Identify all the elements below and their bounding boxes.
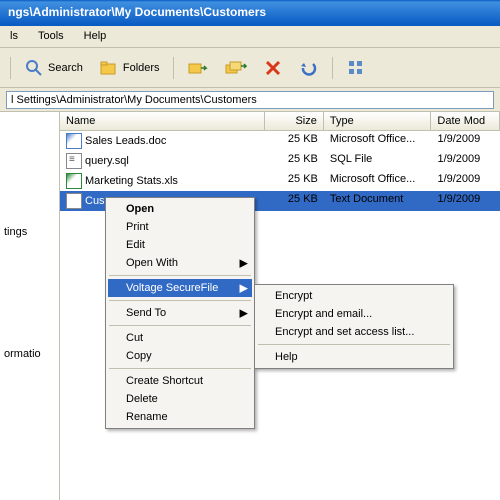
- addressbar: l Settings\Administrator\My Documents\Cu…: [0, 88, 500, 112]
- file-size: 25 KB: [265, 172, 324, 190]
- sidebar: tings ormatio: [0, 112, 60, 500]
- sub-help[interactable]: Help: [257, 348, 451, 366]
- file-name: Sales Leads.doc: [85, 135, 166, 147]
- sub-access[interactable]: Encrypt and set access list...: [257, 323, 451, 341]
- ctx-shortcut[interactable]: Create Shortcut: [108, 372, 252, 390]
- ctx-delete[interactable]: Delete: [108, 390, 252, 408]
- sidebar-section: tings: [4, 142, 55, 238]
- file-type: Microsoft Office...: [324, 132, 432, 150]
- chevron-right-icon: ▶: [240, 282, 248, 295]
- context-menu: Open Print Edit Open With ▶ Voltage Secur…: [105, 197, 255, 429]
- file-type: Text Document: [324, 192, 432, 210]
- chevron-right-icon: ▶: [240, 307, 248, 320]
- column-size[interactable]: Size: [265, 112, 324, 130]
- submenu: Encrypt Encrypt and email... Encrypt and…: [254, 284, 454, 369]
- file-name: Cus: [85, 195, 105, 207]
- ctx-separator: [258, 344, 450, 345]
- column-type[interactable]: Type: [324, 112, 432, 130]
- menu-help[interactable]: Help: [74, 28, 117, 45]
- ctx-sendto[interactable]: Send To ▶: [108, 304, 252, 322]
- file-row[interactable]: query.sql 25 KB SQL File 1/9/2009: [60, 151, 500, 171]
- file-row[interactable]: Marketing Stats.xls 25 KB Microsoft Offi…: [60, 171, 500, 191]
- file-date: 1/9/2009: [431, 172, 500, 190]
- search-label: Search: [48, 62, 83, 74]
- sub-email[interactable]: Encrypt and email...: [257, 305, 451, 323]
- views-icon: [346, 58, 366, 78]
- file-type: SQL File: [324, 152, 432, 170]
- excel-icon: [66, 173, 82, 189]
- ctx-label: Send To: [126, 307, 166, 319]
- menu-ls[interactable]: ls: [0, 28, 28, 45]
- column-name[interactable]: Name: [60, 112, 265, 130]
- copyto-button[interactable]: [218, 54, 254, 82]
- sidebar-text: ormatio: [4, 348, 41, 360]
- ctx-edit[interactable]: Edit: [108, 236, 252, 254]
- search-icon: [24, 58, 44, 78]
- main-area: tings ormatio Name Size Type Date Mod Sa…: [0, 112, 500, 500]
- ctx-openwith[interactable]: Open With ▶: [108, 254, 252, 272]
- ctx-separator: [109, 368, 251, 369]
- column-date[interactable]: Date Mod: [431, 112, 500, 130]
- sidebar-section: ormatio: [4, 288, 55, 360]
- file-row[interactable]: Sales Leads.doc 25 KB Microsoft Office..…: [60, 131, 500, 151]
- menu-tools[interactable]: Tools: [28, 28, 74, 45]
- ctx-voltage[interactable]: Voltage SecureFile ▶: [108, 279, 252, 297]
- sql-icon: [66, 153, 82, 169]
- ctx-cut[interactable]: Cut: [108, 329, 252, 347]
- ctx-rename[interactable]: Rename: [108, 408, 252, 426]
- toolbar: Search Folders: [0, 48, 500, 88]
- file-name: query.sql: [85, 155, 129, 167]
- file-size: 25 KB: [265, 192, 324, 210]
- chevron-right-icon: ▶: [240, 257, 248, 270]
- sidebar-text: tings: [4, 226, 27, 238]
- folder-move-icon: [187, 58, 209, 78]
- ctx-label: Voltage SecureFile: [126, 282, 218, 294]
- ctx-copy[interactable]: Copy: [108, 347, 252, 365]
- folders-label: Folders: [123, 62, 160, 74]
- file-list: Name Size Type Date Mod Sales Leads.doc …: [60, 112, 500, 500]
- file-date: 1/9/2009: [431, 132, 500, 150]
- file-size: 25 KB: [265, 132, 324, 150]
- file-date: 1/9/2009: [431, 152, 500, 170]
- toolbar-separator: [332, 57, 333, 79]
- views-button[interactable]: [339, 54, 373, 82]
- text-icon: [66, 193, 82, 209]
- ctx-separator: [109, 275, 251, 276]
- delete-button[interactable]: [256, 54, 290, 82]
- undo-button[interactable]: [292, 54, 326, 82]
- menubar: ls Tools Help: [0, 26, 500, 48]
- folders-icon: [99, 58, 119, 78]
- undo-icon: [299, 58, 319, 78]
- file-type: Microsoft Office...: [324, 172, 432, 190]
- column-headers: Name Size Type Date Mod: [60, 112, 500, 131]
- word-icon: [66, 133, 82, 149]
- folder-copy-icon: [225, 58, 247, 78]
- ctx-separator: [109, 300, 251, 301]
- address-input[interactable]: l Settings\Administrator\My Documents\Cu…: [6, 91, 494, 109]
- toolbar-separator: [10, 57, 11, 79]
- ctx-separator: [109, 325, 251, 326]
- titlebar[interactable]: ngs\Administrator\My Documents\Customers: [0, 0, 500, 26]
- file-size: 25 KB: [265, 152, 324, 170]
- search-button[interactable]: Search: [17, 54, 90, 82]
- file-date: 1/9/2009: [431, 192, 500, 210]
- moveto-button[interactable]: [180, 54, 216, 82]
- ctx-print[interactable]: Print: [108, 218, 252, 236]
- toolbar-separator: [173, 57, 174, 79]
- ctx-open[interactable]: Open: [108, 200, 252, 218]
- folders-button[interactable]: Folders: [92, 54, 167, 82]
- sub-encrypt[interactable]: Encrypt: [257, 287, 451, 305]
- ctx-label: Open With: [126, 257, 178, 269]
- delete-icon: [263, 58, 283, 78]
- file-name: Marketing Stats.xls: [85, 175, 178, 187]
